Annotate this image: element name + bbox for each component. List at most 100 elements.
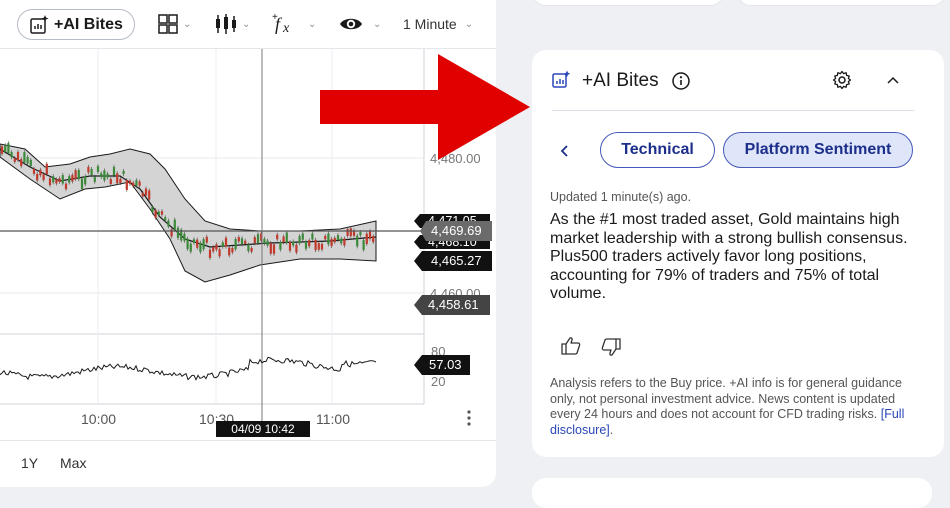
candle-body [154, 209, 157, 218]
candle-body [208, 249, 212, 259]
candle-body [372, 236, 375, 243]
candle-body [125, 180, 128, 190]
candle-body [240, 238, 244, 245]
thumbs-up-icon[interactable] [560, 335, 582, 357]
chart-type-button[interactable]: ⌄ [214, 12, 250, 36]
more-vertical-icon [467, 410, 471, 414]
candle-body [151, 206, 154, 213]
svg-text:4,465.27: 4,465.27 [431, 253, 482, 268]
svg-text:4,469.69: 4,469.69 [431, 223, 482, 238]
candle-body [359, 232, 362, 236]
candle-body [20, 159, 23, 167]
chart-toolbar: +AI Bites ⌄ ⌄ f x + ⌄ ⌄ 1 Minute ⌄ [0, 0, 496, 49]
candle-body [215, 244, 218, 250]
range-bar: 1Y Max [0, 440, 496, 487]
chevron-left-icon[interactable] [558, 143, 572, 159]
layout-grid-icon [158, 14, 178, 34]
candle-body [199, 242, 202, 253]
crosshair-time-badge: 04/09 10:42 [216, 421, 310, 437]
candle-body [68, 176, 71, 183]
info-icon[interactable] [671, 71, 691, 91]
candle-body [52, 176, 55, 183]
candle-body [186, 238, 189, 250]
candle-body [58, 178, 61, 182]
range-1y[interactable]: 1Y [21, 455, 38, 471]
ai-chart-icon [30, 14, 49, 34]
badge-lower: 4,465.27 [414, 251, 492, 271]
gear-icon[interactable] [832, 70, 852, 90]
candle-body [317, 243, 320, 250]
visibility-button[interactable]: ⌄ [339, 12, 381, 36]
updated-timestamp: Updated 1 minute(s) ago. [550, 190, 692, 204]
indicators-button[interactable]: f x + ⌄ [272, 12, 316, 36]
disclaimer-text: Analysis refers to the Buy price. +AI in… [550, 376, 902, 421]
candle-body [148, 190, 151, 200]
layout-button[interactable]: ⌄ [157, 12, 191, 36]
candle-body [250, 247, 253, 252]
candle-body [365, 233, 368, 244]
candle-body [202, 239, 205, 250]
candle-body [349, 228, 352, 237]
chevron-down-icon: ⌄ [373, 18, 382, 30]
candle-body [295, 244, 298, 253]
candle-body [109, 178, 112, 185]
candle-body [135, 180, 138, 186]
candle-body [138, 181, 141, 186]
more-options-button[interactable] [467, 410, 471, 426]
range-max[interactable]: Max [60, 455, 86, 471]
badge-low: 4,458.61 [414, 295, 490, 315]
candle-body [212, 247, 215, 252]
candle-body [42, 174, 45, 181]
candle-body [84, 176, 87, 185]
chevron-down-icon: ⌄ [464, 18, 474, 30]
tab-technical[interactable]: Technical [600, 132, 715, 168]
svg-text:x: x [282, 21, 290, 36]
candle-body [176, 227, 180, 238]
candle-body [32, 168, 36, 174]
candle-body [132, 182, 135, 187]
candle-body [288, 242, 292, 251]
candle-body [93, 176, 96, 182]
candle-body [324, 235, 327, 240]
candle-body [167, 220, 170, 227]
tab-platform-sentiment[interactable]: Platform Sentiment [723, 132, 913, 168]
candle-body [36, 173, 39, 181]
candle-body [333, 237, 336, 243]
candle-body [330, 238, 333, 247]
candle-body [343, 238, 346, 246]
candle-body [266, 240, 269, 246]
candle-body [218, 249, 221, 257]
candle-body [276, 234, 279, 240]
candle-body [173, 219, 176, 230]
candle-body [29, 159, 32, 167]
candle-body [311, 233, 314, 240]
candle-body [157, 211, 160, 216]
disclaimer: Analysis refers to the Buy price. +AI in… [550, 376, 922, 438]
top-card-stub [737, 0, 946, 6]
candle-body [244, 240, 247, 244]
candle-body [10, 152, 13, 158]
svg-text:+: + [272, 12, 278, 23]
disclaimer-end: . [609, 422, 614, 437]
candle-body [74, 170, 77, 180]
candle-body [106, 173, 109, 178]
ai-bites-button[interactable]: +AI Bites [17, 9, 135, 40]
candle-body [298, 235, 301, 244]
thumbs-down-icon[interactable] [600, 336, 622, 358]
candles-icon [216, 14, 236, 34]
candle-body [103, 170, 106, 181]
candle-body [279, 241, 282, 250]
candle-body [346, 229, 349, 236]
candle-body [285, 232, 288, 243]
time-label-1100: 11:00 [316, 411, 350, 427]
timeframe-select[interactable]: 1 Minute ⌄ [403, 12, 473, 36]
candle-body [196, 239, 199, 248]
candle-body [26, 156, 29, 164]
candle-body [80, 178, 84, 190]
candle-body [292, 241, 295, 246]
candle-body [327, 233, 330, 245]
candle-body [77, 170, 80, 180]
chevron-up-icon[interactable] [886, 75, 900, 85]
candle-body [205, 236, 208, 243]
panel-title: +AI Bites [582, 70, 659, 91]
